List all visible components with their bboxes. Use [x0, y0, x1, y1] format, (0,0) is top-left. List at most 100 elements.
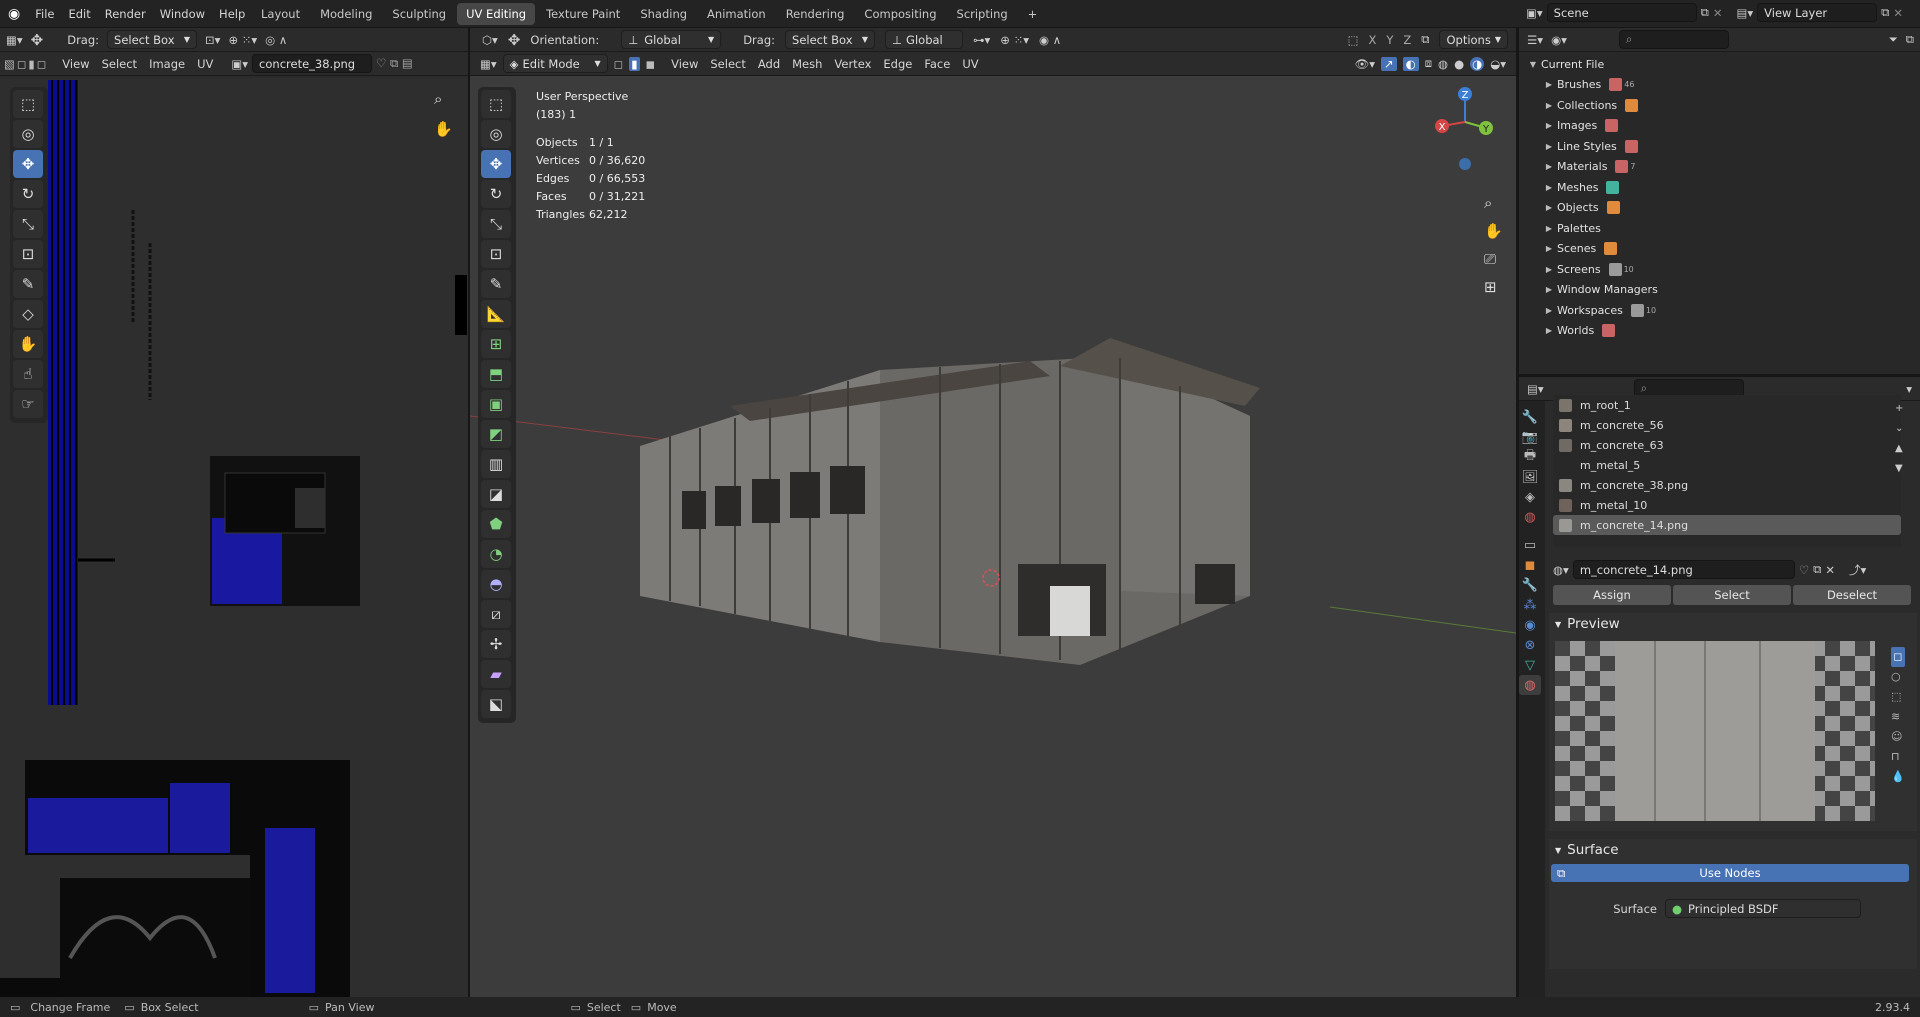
- uv-canvas[interactable]: [0, 78, 468, 997]
- expand-icon[interactable]: ▶: [1541, 183, 1557, 192]
- knife-tool-icon[interactable]: ◪: [481, 480, 511, 508]
- menu-help[interactable]: Help: [212, 7, 252, 21]
- blender-logo-icon[interactable]: ◉: [0, 6, 28, 22]
- shading-rendered-icon[interactable]: ◒▾: [1490, 57, 1506, 71]
- expand-icon[interactable]: ▶: [1541, 203, 1557, 212]
- shear-tool-icon[interactable]: ▰: [481, 660, 511, 688]
- cursor-tool-icon[interactable]: ◎: [481, 120, 511, 148]
- preview-hair-icon[interactable]: ≋: [1891, 707, 1905, 727]
- outliner-item[interactable]: ▶ Images: [1525, 116, 1914, 137]
- tab-shading[interactable]: Shading: [631, 3, 696, 25]
- expand-icon[interactable]: ▶: [1541, 142, 1557, 151]
- outliner-item[interactable]: ▶ Meshes: [1525, 177, 1914, 198]
- tab-layout[interactable]: Layout: [252, 3, 309, 25]
- material-slot[interactable]: m_concrete_14.png: [1553, 515, 1901, 535]
- use-nodes-button[interactable]: ⧉ Use Nodes: [1551, 864, 1909, 882]
- outliner-root[interactable]: ▼ Current File: [1525, 54, 1914, 75]
- move-tool-icon[interactable]: ✥: [13, 150, 43, 178]
- select-button[interactable]: Select: [1673, 585, 1791, 605]
- fake-user-icon[interactable]: ♡: [1799, 563, 1809, 577]
- visibility-icon[interactable]: 👁▾: [1355, 57, 1375, 71]
- preview-fluid-icon[interactable]: 💧: [1891, 767, 1905, 787]
- select-box-tool-icon[interactable]: ⬚: [13, 90, 43, 118]
- expand-icon[interactable]: ▶: [1541, 306, 1557, 315]
- uv-menu-uv[interactable]: UV: [197, 57, 213, 71]
- annotate-tool-icon[interactable]: ✎: [13, 270, 43, 298]
- mirror-icon[interactable]: ⬚: [1348, 33, 1359, 47]
- mode-select[interactable]: ◈ Edit Mode ▼: [502, 54, 608, 73]
- uv-menu-select[interactable]: Select: [102, 57, 137, 71]
- expand-icon[interactable]: ▶: [1541, 244, 1557, 253]
- delete-view-layer-icon[interactable]: ✕: [1893, 6, 1903, 20]
- image-name-field[interactable]: concrete_38.png: [252, 54, 373, 73]
- view-layer-field[interactable]: View Layer: [1757, 3, 1878, 22]
- tool-tab-icon[interactable]: 🔧: [1519, 407, 1541, 427]
- select-mode-vertex-icon[interactable]: ◻: [614, 57, 624, 71]
- viewport-zoom-icon[interactable]: ⌕: [1484, 194, 1492, 212]
- outliner-item[interactable]: ▶ Objects: [1525, 198, 1914, 219]
- move-up-icon[interactable]: ▲: [1895, 439, 1903, 459]
- outliner-item[interactable]: ▶ Scenes: [1525, 239, 1914, 260]
- outliner-item[interactable]: ▶ Materials 7: [1525, 157, 1914, 178]
- transform-tool-icon[interactable]: ⊡: [481, 240, 511, 268]
- object-tab-icon[interactable]: ◼: [1519, 555, 1541, 575]
- surface-shader-select[interactable]: ● Principled BSDF: [1665, 899, 1861, 918]
- tab-rendering[interactable]: Rendering: [777, 3, 854, 25]
- options-dropdown[interactable]: Options ▼: [1439, 30, 1508, 49]
- duplicate-material-icon[interactable]: ⧉: [1813, 562, 1821, 577]
- menu-file[interactable]: File: [28, 7, 61, 21]
- add-cube-tool-icon[interactable]: ⊞: [481, 330, 511, 358]
- pivot-icon[interactable]: ⊶▾: [973, 33, 990, 47]
- tab-texture-paint[interactable]: Texture Paint: [537, 3, 629, 25]
- output-tab-icon[interactable]: 🖶: [1519, 447, 1541, 467]
- expand-icon[interactable]: ▶: [1541, 121, 1557, 130]
- pan-icon[interactable]: ✋: [434, 120, 453, 138]
- editor-type-icon[interactable]: ▦▾: [6, 33, 23, 47]
- scale-tool-icon[interactable]: ⤡: [481, 210, 511, 238]
- menu-view[interactable]: View: [671, 57, 698, 71]
- overlay-toggle-icon[interactable]: ◐: [1402, 56, 1419, 71]
- tab-sculpting[interactable]: Sculpting: [383, 3, 455, 25]
- grab-tool-icon[interactable]: ✋: [13, 330, 43, 358]
- outliner-item[interactable]: ▶ Collections: [1525, 95, 1914, 116]
- proportional-icon[interactable]: ◎ ∧: [265, 33, 287, 47]
- smooth-tool-icon[interactable]: ◓: [481, 570, 511, 598]
- new-collection-icon[interactable]: ⧉: [1906, 32, 1914, 47]
- material-slot[interactable]: m_metal_5: [1553, 455, 1901, 475]
- menu-edge[interactable]: Edge: [883, 57, 912, 71]
- material-slot[interactable]: m_root_1: [1553, 395, 1901, 415]
- scene-field[interactable]: Scene: [1546, 3, 1697, 22]
- specials-icon[interactable]: ⌄: [1895, 419, 1903, 439]
- relax-tool-icon[interactable]: ☝: [13, 360, 43, 388]
- editor-type-icon-2[interactable]: ▦▾: [480, 57, 497, 71]
- cursor-tool-icon[interactable]: ◎: [13, 120, 43, 148]
- pivot-icon[interactable]: ⊡▾: [205, 33, 220, 47]
- rip-tool-icon[interactable]: ◇: [13, 300, 43, 328]
- shading-material-icon[interactable]: ◑: [1470, 56, 1485, 71]
- constraints-tab-icon[interactable]: ⊗: [1519, 635, 1541, 655]
- orientation-select[interactable]: ⊥ Global ▼: [621, 30, 722, 49]
- transform-tool-icon[interactable]: ✥: [31, 31, 44, 49]
- expand-icon[interactable]: ▼: [1525, 60, 1541, 69]
- editor-type-icon[interactable]: ☰▾: [1527, 33, 1543, 47]
- select-mode-face-icon[interactable]: ◼: [646, 57, 656, 71]
- new-scene-icon[interactable]: ⧉: [1701, 5, 1709, 20]
- add-slot-icon[interactable]: +: [1895, 399, 1903, 419]
- material-slot[interactable]: m_concrete_63: [1553, 435, 1901, 455]
- outliner-item[interactable]: ▶ Window Managers: [1525, 280, 1914, 301]
- inset-tool-icon[interactable]: ▣: [481, 390, 511, 418]
- viewport-pan-icon[interactable]: ✋: [1484, 222, 1503, 240]
- expand-icon[interactable]: ▶: [1541, 162, 1557, 171]
- menu-add[interactable]: Add: [758, 57, 780, 71]
- rotate-tool-icon[interactable]: ↻: [481, 180, 511, 208]
- fake-user-icon[interactable]: ♡ ⧉ ▤: [376, 56, 413, 71]
- material-slot[interactable]: m_concrete_38.png: [1553, 475, 1901, 495]
- render-tab-icon[interactable]: 📷: [1519, 427, 1541, 447]
- menu-vertex[interactable]: Vertex: [834, 57, 871, 71]
- material-name-field[interactable]: m_concrete_14.png: [1572, 560, 1795, 579]
- tab-animation[interactable]: Animation: [698, 3, 775, 25]
- preview-panel-header[interactable]: ▼ Preview: [1549, 613, 1917, 635]
- outliner-item[interactable]: ▶ Line Styles: [1525, 136, 1914, 157]
- physics-tab-icon[interactable]: ◉: [1519, 615, 1541, 635]
- outliner-item[interactable]: ▶ Workspaces 10: [1525, 300, 1914, 321]
